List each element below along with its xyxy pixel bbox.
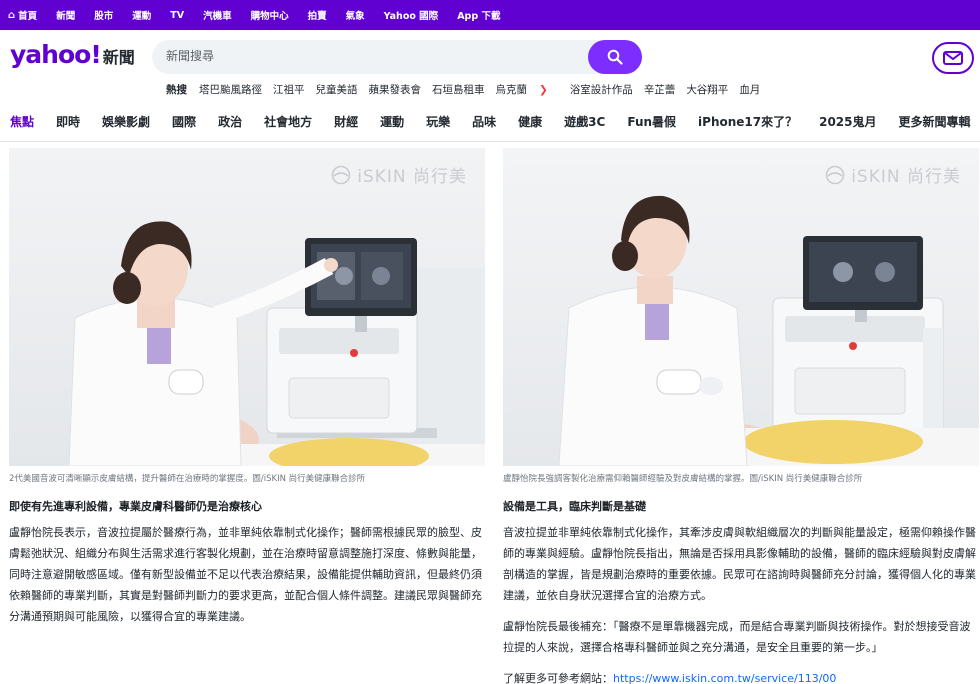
topbar-app-download[interactable]: App 下載: [457, 8, 500, 22]
nav-item-finance[interactable]: 財經: [334, 113, 358, 130]
topbar-finance[interactable]: 股市: [94, 8, 113, 22]
photo-illustration: [9, 148, 485, 466]
nav-item-travel[interactable]: 玩樂: [426, 113, 450, 130]
trending-item[interactable]: 蘋果發表會: [369, 82, 422, 97]
topbar-weather[interactable]: 氣象: [346, 8, 365, 22]
trending-item[interactable]: 石垣島租車: [432, 82, 485, 97]
watermark-text: iSKIN 尚行美: [357, 167, 467, 187]
topbar-auction[interactable]: 拍賣: [308, 8, 327, 22]
yahoo-news-logo[interactable]: yahoo! 新聞: [10, 40, 135, 69]
nav-item-latest[interactable]: 即時: [56, 113, 80, 130]
iskin-logo-icon: [825, 165, 845, 184]
nav-item-politics[interactable]: 政治: [218, 113, 242, 130]
logo-text: yahoo!: [10, 40, 102, 69]
fire-icon: ❯: [539, 84, 548, 96]
top-navigation-bar: ⌂ 首頁 新聞 股市 運動 TV 汽機車 購物中心 拍賣 氣象 Yahoo 國際 …: [0, 0, 980, 30]
article-paragraph: 盧靜怡院長最後補充：「醫療不是單靠機器完成，而是結合專業判斷與技術操作。對於想接…: [503, 620, 971, 654]
nav-item-more-topics[interactable]: 更多新聞專輯: [899, 113, 971, 130]
trending-item[interactable]: 江祖平: [273, 82, 305, 97]
category-nav: 焦點 即時 娛樂影劇 國際 政治 社會地方 財經 運動 玩樂 品味 健康 遊戲3…: [0, 102, 980, 142]
site-header: yahoo! 新聞 熱搜 塔巴颱風路徑 江祖平 兒童美語 蘋果發表會 石垣島租車…: [0, 30, 980, 102]
article-column-right: iSKIN 尚行美 盧靜怡院長強調客製化治療需仰賴醫師經驗及對皮膚結構的掌握。圖…: [503, 148, 979, 684]
section-subheading: 設備是工具，臨床判斷是基礎: [503, 500, 646, 513]
photo-caption: 盧靜怡院長強調客製化治療需仰賴醫師經驗及對皮膚結構的掌握。圖/iSKIN 尚行美…: [503, 474, 863, 484]
trending-item[interactable]: 兒童美語: [316, 82, 358, 97]
topbar-shopping[interactable]: 購物中心: [251, 8, 289, 22]
trending-item[interactable]: 血月: [739, 82, 760, 97]
article-photo-doctor-screen: iSKIN 尚行美: [9, 148, 485, 466]
logo-section: 新聞: [102, 48, 135, 67]
article-paragraph: 音波拉提並非單純依靠制式化操作，其牽涉皮膚與軟組織層次的判斷與能量設定，極需仰賴…: [503, 526, 976, 602]
nav-item-society[interactable]: 社會地方: [264, 113, 312, 130]
nav-item-focus[interactable]: 焦點: [10, 113, 34, 130]
nav-item-entertainment[interactable]: 娛樂影劇: [102, 113, 150, 130]
trending-searches: 熱搜 塔巴颱風路徑 江祖平 兒童美語 蘋果發表會 石垣島租車 烏克蘭 ❯ 浴室設計…: [166, 82, 771, 97]
nav-item-summer[interactable]: Fun暑假: [627, 113, 676, 130]
topbar-news[interactable]: 新聞: [56, 8, 75, 22]
home-icon: ⌂: [8, 9, 16, 21]
nav-item-sports[interactable]: 運動: [380, 113, 404, 130]
nav-item-games-3c[interactable]: 遊戲3C: [564, 113, 605, 130]
article-column-left: iSKIN 尚行美 2代美國音波可清晰顯示皮膚結構，提升醫師在治療時的掌握度。圖…: [9, 148, 485, 627]
topbar-international[interactable]: Yahoo 國際: [384, 8, 439, 22]
search-input[interactable]: [166, 49, 566, 63]
trending-item[interactable]: 塔巴颱風路徑: [199, 82, 262, 97]
topbar-sports[interactable]: 運動: [132, 8, 151, 22]
nav-item-iphone17[interactable]: iPhone17來了？: [698, 113, 797, 130]
mail-icon: [943, 51, 963, 65]
photo-caption: 2代美國音波可清晰顯示皮膚結構，提升醫師在治療時的掌握度。圖/iSKIN 尚行美…: [9, 474, 366, 484]
photo-watermark: iSKIN 尚行美: [825, 162, 961, 187]
trending-item[interactable]: 浴室設計作品: [570, 82, 633, 97]
search-icon: [607, 49, 623, 65]
article-photo-doctor-treatment: iSKIN 尚行美: [503, 148, 979, 466]
trending-item[interactable]: 大谷翔平: [686, 82, 728, 97]
section-subheading: 即使有先進專利設備，專業皮膚科醫師仍是治療核心: [9, 500, 262, 513]
nav-item-world[interactable]: 國際: [172, 113, 196, 130]
learn-more-label: 了解更多可參考網站：: [503, 672, 613, 684]
topbar-home-label: 首頁: [18, 11, 38, 22]
nav-item-lifestyle[interactable]: 品味: [472, 113, 496, 130]
nav-item-health[interactable]: 健康: [518, 113, 542, 130]
photo-watermark: iSKIN 尚行美: [331, 162, 467, 187]
photo-illustration: [503, 148, 979, 466]
topbar-tv[interactable]: TV: [170, 10, 184, 21]
article-paragraph: 盧靜怡院長表示，音波拉提屬於醫療行為，並非單純依靠制式化操作；醫師需根據民眾的臉…: [9, 526, 482, 623]
iskin-logo-icon: [331, 165, 351, 184]
learn-more-line: 了解更多可參考網站：https://www.iskin.com.tw/servi…: [503, 668, 979, 684]
topbar-autos[interactable]: 汽機車: [203, 8, 232, 22]
trending-item-label: 烏克蘭: [495, 84, 528, 96]
topbar-home[interactable]: ⌂ 首頁: [8, 8, 38, 23]
search-button[interactable]: [588, 40, 642, 74]
trending-item-hot[interactable]: 烏克蘭 ❯: [496, 82, 559, 97]
watermark-text: iSKIN 尚行美: [851, 167, 961, 187]
nav-item-ghost-month[interactable]: 2025鬼月: [819, 113, 876, 130]
trending-item[interactable]: 辛芷蕾: [644, 82, 676, 97]
trending-label: 熱搜: [166, 84, 187, 96]
learn-more-link[interactable]: https://www.iskin.com.tw/service/113/00: [613, 672, 836, 684]
mail-button[interactable]: [932, 42, 974, 74]
search-box: [152, 40, 642, 74]
